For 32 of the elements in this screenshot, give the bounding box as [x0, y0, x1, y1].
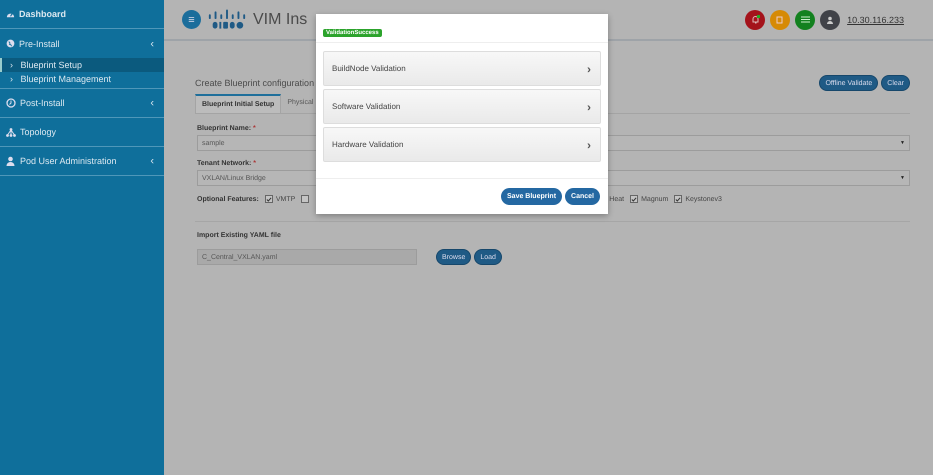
sidebar-item[interactable]: Dashboard: [0, 0, 164, 29]
sidebar-subitem[interactable]: › Blueprint Management: [0, 72, 164, 86]
clock-icon: [6, 98, 16, 108]
panel-title: Hardware Validation: [332, 140, 404, 149]
panel-title: Software Validation: [332, 102, 400, 111]
accordion-panel[interactable]: Hardware Validation ›: [323, 127, 601, 162]
chevron-icon: ›: [587, 138, 591, 152]
user-icon: [6, 156, 16, 166]
chevron-icon: ›: [587, 62, 591, 76]
menu-button[interactable]: ≡: [182, 10, 201, 29]
user-icon[interactable]: [820, 10, 840, 30]
checkbox[interactable]: [630, 195, 638, 203]
logo-icon: [206, 8, 248, 30]
app-title: VIM Ins: [253, 10, 308, 28]
panel-title: BuildNode Validation: [332, 64, 406, 73]
network-icon: [6, 128, 16, 136]
ip-link[interactable]: 10.30.116.233: [847, 14, 904, 24]
sidebar-item[interactable]: Pod User Administration ‹: [0, 147, 164, 176]
accordion-panel[interactable]: Software Validation ›: [323, 89, 601, 124]
sidebar-item[interactable]: Post-Install ‹: [0, 89, 164, 118]
sidebar-item[interactable]: Topology: [0, 118, 164, 147]
chevron-icon: ›: [587, 100, 591, 114]
checkbox[interactable]: [301, 195, 310, 203]
globe-icon: [6, 39, 15, 48]
page-heading: Create Blueprint configuration: [195, 78, 316, 88]
list-icon[interactable]: [795, 10, 816, 30]
accordion-panel[interactable]: BuildNode Validation ›: [323, 51, 601, 86]
checkbox[interactable]: [674, 195, 682, 203]
sidebar-item[interactable]: Pre-Install ‹: [0, 29, 164, 58]
checkbox[interactable]: [264, 195, 273, 203]
sidebar-subitem[interactable]: › Blueprint Setup: [0, 58, 164, 72]
bell-icon[interactable]: [745, 10, 766, 30]
